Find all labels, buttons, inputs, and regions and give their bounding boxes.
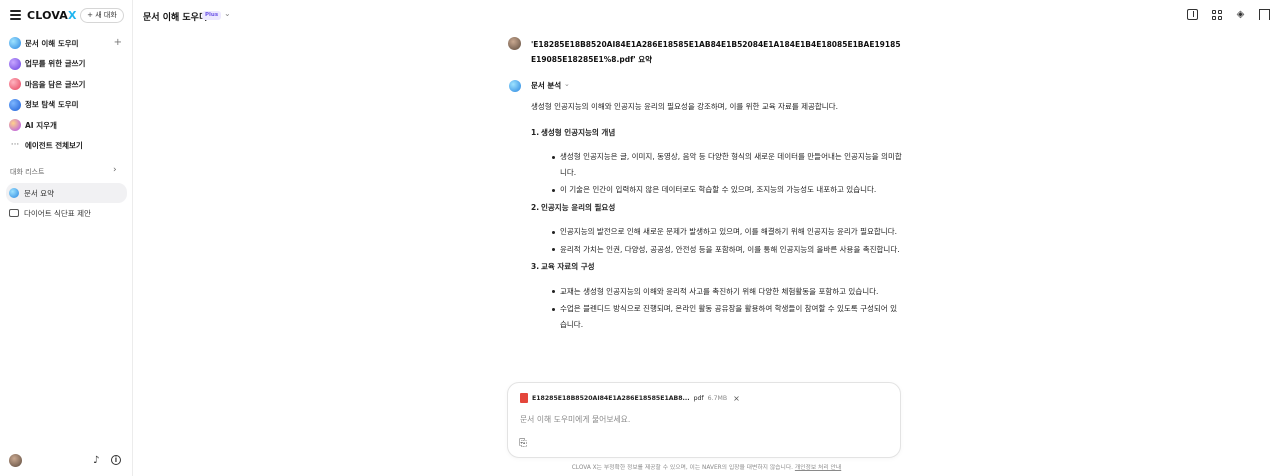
sidebar-item-all-agents[interactable]: ··· 에이전트 전체보기 bbox=[6, 136, 127, 157]
sidebar-item-label: 마음을 담은 글쓰기 bbox=[25, 79, 86, 89]
list-item: 인공지능의 발전으로 인해 새로운 문제가 발생하고 있으며, 이를 해결하기 … bbox=[531, 224, 903, 240]
sidebar-item-info-search[interactable]: 정보 탐색 도우미 bbox=[6, 95, 127, 116]
apps-grid-icon[interactable] bbox=[1211, 9, 1222, 20]
work-writing-icon bbox=[9, 57, 21, 70]
sidebar-item-label: 정보 탐색 도우미 bbox=[25, 100, 79, 110]
user-message: 'E18285E18B8520AI84E1A286E18585E1AB84E1B… bbox=[531, 40, 901, 64]
add-icon[interactable]: + bbox=[114, 37, 122, 48]
agent-list: 문서 이해 도우미 + 업무를 위한 글쓰기 마음을 담은 글쓰기 정보 탐색 … bbox=[6, 33, 127, 156]
list-item: 수업은 블렌디드 방식으로 진행되며, 온라인 활동 공유장을 활용하여 학생들… bbox=[531, 301, 903, 332]
remove-file-icon[interactable]: × bbox=[733, 394, 740, 403]
list-item: 생성형 인공지능은 글, 이미지, 동영상, 음악 등 다양한 형식의 새로운 … bbox=[531, 149, 903, 180]
app-root: CLOVAX + 새 대화 문서 이해 도우미 + 업무를 위한 글쓰기 마음을… bbox=[0, 0, 1280, 476]
more-icon: ··· bbox=[10, 139, 20, 150]
sidebar-item-label: 업무를 위한 글쓰기 bbox=[25, 59, 86, 69]
file-name: E18285E18B8520AI84E1A286E18585E1AB8... bbox=[532, 394, 690, 402]
response-intro: 생성형 인공지능의 이해와 인공지능 윤리의 필요성을 강조하며, 이를 위한 … bbox=[531, 102, 838, 111]
logo[interactable]: CLOVAX bbox=[27, 9, 77, 22]
attach-icon[interactable]: ⎘ bbox=[519, 438, 527, 449]
list-item: 윤리적 가치는 인권, 다양성, 공공성, 안전성 등을 포함하며, 이를 통해… bbox=[531, 242, 903, 258]
disclaimer-footer: CLOVA X는 부정확한 정보를 제공할 수 있으며, 이는 NAVER의 입… bbox=[571, 465, 842, 471]
section-title: 2. 인공지능 윤리의 필요성 bbox=[531, 202, 616, 212]
bot-response: 생성형 인공지능의 이해와 인공지능 윤리의 필요성을 강조하며, 이를 위한 … bbox=[531, 99, 903, 334]
pdf-file-icon bbox=[520, 393, 528, 403]
new-chat-button[interactable]: + 새 대화 bbox=[80, 8, 124, 23]
response-section: 2. 인공지능 윤리의 필요성 인공지능의 발전으로 인해 새로운 문제가 발생하… bbox=[531, 200, 903, 258]
list-item: 이 기술은 인간이 입력하지 않은 데이터로도 학습할 수 있으며, 조지능의 … bbox=[531, 182, 903, 198]
section-title: 1. 생성형 인공지능의 개념 bbox=[531, 127, 616, 137]
sidebar-item-heart-writing[interactable]: 마음을 담은 글쓰기 bbox=[6, 74, 127, 95]
ai-eraser-icon bbox=[9, 119, 21, 132]
message-composer: E18285E18B8520AI84E1A286E18585E1AB8... p… bbox=[507, 382, 901, 458]
conversation-list: 문서 요약 다이어트 식단표 제안 bbox=[6, 183, 127, 223]
sidebar-item-label: 문서 이해 도우미 bbox=[25, 38, 79, 48]
section-title: 3. 교육 자료의 구성 bbox=[531, 262, 595, 271]
response-section: 3. 교육 자료의 구성 교재는 생성형 인공지능의 이해와 윤리적 사고를 촉진… bbox=[531, 259, 903, 332]
info-search-icon bbox=[9, 98, 21, 111]
bookmark-icon[interactable] bbox=[1259, 9, 1270, 20]
document-assistant-icon bbox=[9, 37, 21, 50]
response-section: 1. 생성형 인공지능의 개념 생성형 인공지능은 글, 이미지, 동영상, 음악… bbox=[531, 125, 903, 198]
attached-file-chip[interactable]: E18285E18B8520AI84E1A286E18585E1AB8... p… bbox=[520, 391, 740, 405]
sidebar-item-ai-eraser[interactable]: AI 지우개 bbox=[6, 115, 127, 136]
sidebar-item-work-writing[interactable]: 업무를 위한 글쓰기 bbox=[6, 54, 127, 75]
menu-icon[interactable] bbox=[10, 10, 21, 20]
plan-badge: Plus bbox=[202, 11, 222, 20]
message-input[interactable] bbox=[520, 412, 888, 426]
document-assistant-icon bbox=[9, 188, 19, 198]
sidebar-item-label: AI 지우개 bbox=[25, 120, 57, 130]
heart-writing-icon bbox=[9, 78, 21, 91]
file-size: 6.7MB bbox=[707, 394, 728, 402]
layers-icon[interactable]: ◈ bbox=[1235, 9, 1246, 20]
user-avatar bbox=[508, 37, 521, 50]
privacy-link[interactable]: 개인정보 처리 안내 bbox=[795, 465, 841, 471]
conversation-item-active[interactable]: 문서 요약 bbox=[6, 183, 127, 203]
bot-avatar-icon bbox=[509, 80, 521, 92]
chevron-right-icon[interactable]: › bbox=[113, 165, 117, 175]
bot-name[interactable]: 문서 분석 bbox=[531, 80, 561, 91]
chevron-down-icon[interactable]: ⌄ bbox=[224, 9, 231, 18]
sidebar-item-document-assistant[interactable]: 문서 이해 도우미 + bbox=[6, 33, 127, 54]
list-item: 교재는 생성형 인공지능의 이해와 윤리적 사고를 촉진하기 위해 다양한 체험… bbox=[531, 284, 903, 300]
sidebar: CLOVAX + 새 대화 문서 이해 도우미 + 업무를 위한 글쓰기 마음을… bbox=[0, 0, 133, 476]
conversation-item[interactable]: 다이어트 식단표 제안 bbox=[6, 203, 127, 223]
conversation-label: 문서 요약 bbox=[24, 188, 54, 198]
chevron-down-icon[interactable]: ⌄ bbox=[564, 80, 570, 88]
sidebar-item-label: 에이전트 전체보기 bbox=[25, 141, 83, 151]
conversation-label: 다이어트 식단표 제안 bbox=[24, 208, 91, 218]
top-toolbar: ◈ bbox=[1187, 9, 1270, 20]
file-extension: pdf bbox=[693, 394, 704, 402]
sidebar-header: CLOVAX + 새 대화 bbox=[0, 0, 133, 30]
chat-bubble-icon bbox=[9, 209, 19, 217]
conversation-list-label: 대화 리스트 bbox=[10, 168, 45, 176]
side-panel-icon[interactable] bbox=[1187, 9, 1198, 20]
page-title[interactable]: 문서 이해 도우미 bbox=[143, 10, 207, 23]
